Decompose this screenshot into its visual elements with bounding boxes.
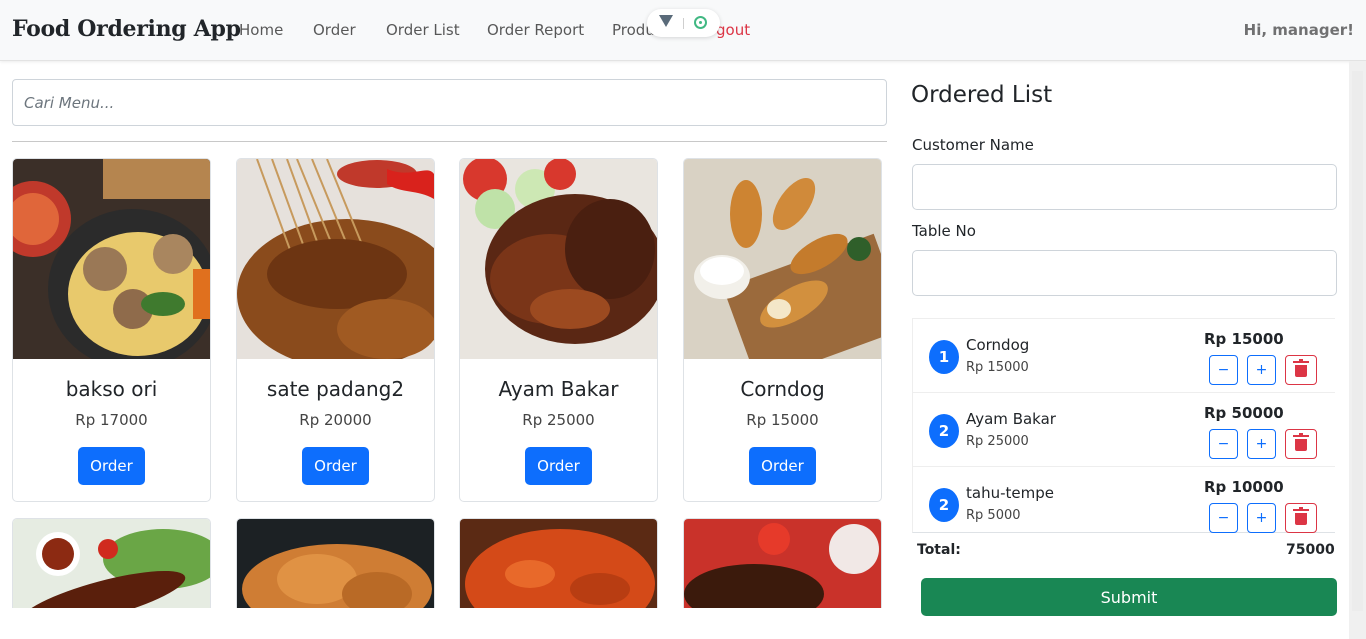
- trash-icon: [1293, 359, 1309, 377]
- order-button[interactable]: Order: [749, 447, 816, 485]
- nav-order-list[interactable]: Order List: [386, 21, 460, 39]
- product-image-sate: [237, 159, 434, 359]
- product-card-row2-1: [12, 518, 211, 613]
- order-item-unit-price: Rp 25000: [966, 434, 1029, 449]
- product-image: [684, 519, 881, 612]
- page-bottom-edge: [0, 608, 905, 639]
- quantity-badge: 2: [929, 488, 959, 522]
- order-button[interactable]: Order: [525, 447, 592, 485]
- order-item: 2 tahu-tempe Rp 5000 Rp 10000 − +: [912, 466, 1335, 533]
- user-greeting: Hi, manager!: [1243, 21, 1354, 39]
- total-label: Total:: [917, 542, 961, 558]
- table-no-input[interactable]: [912, 250, 1337, 296]
- table-no-label: Table No: [912, 222, 976, 240]
- product-image-corndog: [684, 159, 881, 359]
- product-price: Rp 25000: [522, 411, 595, 429]
- order-item-name: Corndog: [966, 336, 1030, 354]
- order-button[interactable]: Order: [78, 447, 145, 485]
- scrollbar[interactable]: [1349, 61, 1366, 639]
- trash-icon: [1293, 507, 1309, 525]
- decrease-button[interactable]: −: [1209, 355, 1238, 385]
- quantity-badge: 2: [929, 414, 959, 448]
- decrease-button[interactable]: −: [1209, 503, 1238, 533]
- product-image-ayam-bakar: [460, 159, 657, 359]
- customer-name-label: Customer Name: [912, 136, 1034, 154]
- vue-devtools-widget[interactable]: [647, 9, 720, 37]
- product-name: bakso ori: [65, 377, 158, 401]
- total-value: 75000: [1286, 542, 1335, 558]
- nav-logout[interactable]: gout: [716, 21, 750, 39]
- delete-button[interactable]: [1285, 355, 1317, 385]
- product-card-ayam-bakar: Ayam Bakar Rp 25000 Order: [459, 158, 658, 502]
- trash-icon: [1293, 433, 1309, 451]
- submit-button[interactable]: Submit: [921, 578, 1337, 616]
- order-item: 1 Corndog Rp 15000 Rp 15000 − +: [912, 318, 1335, 393]
- product-image: [237, 519, 434, 612]
- order-item: 2 Ayam Bakar Rp 25000 Rp 50000 − +: [912, 392, 1335, 467]
- order-item-total: Rp 50000: [1204, 404, 1284, 422]
- customer-name-input[interactable]: [912, 164, 1337, 210]
- delete-button[interactable]: [1285, 429, 1317, 459]
- product-image: [13, 519, 210, 612]
- product-card-row2-2: [236, 518, 435, 613]
- nav-order-report[interactable]: Order Report: [487, 21, 584, 39]
- order-item-total: Rp 15000: [1204, 330, 1284, 348]
- target-icon[interactable]: [694, 16, 707, 29]
- scrollbar-thumb[interactable]: [1352, 71, 1363, 611]
- order-item-unit-price: Rp 5000: [966, 508, 1021, 523]
- product-card-sate: sate padang2 Rp 20000 Order: [236, 158, 435, 502]
- increase-button[interactable]: +: [1247, 429, 1276, 459]
- devtools-separator: [683, 18, 684, 29]
- product-image: [460, 519, 657, 612]
- ordered-list-title: Ordered List: [911, 82, 1053, 108]
- divider: [12, 141, 887, 142]
- product-image-bakso: [13, 159, 210, 359]
- increase-button[interactable]: +: [1247, 355, 1276, 385]
- quantity-badge: 1: [929, 340, 959, 374]
- delete-button[interactable]: [1285, 503, 1317, 533]
- order-item-name: Ayam Bakar: [966, 410, 1056, 428]
- product-name: sate padang2: [266, 377, 405, 401]
- order-item-unit-price: Rp 15000: [966, 360, 1029, 375]
- product-card-bakso: bakso ori Rp 17000 Order: [12, 158, 211, 502]
- order-button[interactable]: Order: [302, 447, 369, 485]
- decrease-button[interactable]: −: [1209, 429, 1238, 459]
- increase-button[interactable]: +: [1247, 503, 1276, 533]
- product-price: Rp 20000: [299, 411, 372, 429]
- product-name: Corndog: [740, 377, 825, 401]
- search-input[interactable]: [12, 79, 887, 126]
- product-price: Rp 17000: [75, 411, 148, 429]
- nav-home[interactable]: Home: [239, 21, 283, 39]
- brand-title[interactable]: Food Ordering App: [12, 16, 241, 42]
- product-name: Ayam Bakar: [498, 377, 619, 401]
- vue-devtools-icon[interactable]: [659, 15, 673, 27]
- product-card-row2-4: [683, 518, 882, 613]
- order-item-name: tahu-tempe: [966, 484, 1054, 502]
- navbar: Food Ordering App Home Order Order List …: [0, 0, 1366, 61]
- nav-order[interactable]: Order: [313, 21, 356, 39]
- product-card-row2-3: [459, 518, 658, 613]
- order-item-total: Rp 10000: [1204, 478, 1284, 496]
- product-price: Rp 15000: [746, 411, 819, 429]
- product-card-corndog: Corndog Rp 15000 Order: [683, 158, 882, 502]
